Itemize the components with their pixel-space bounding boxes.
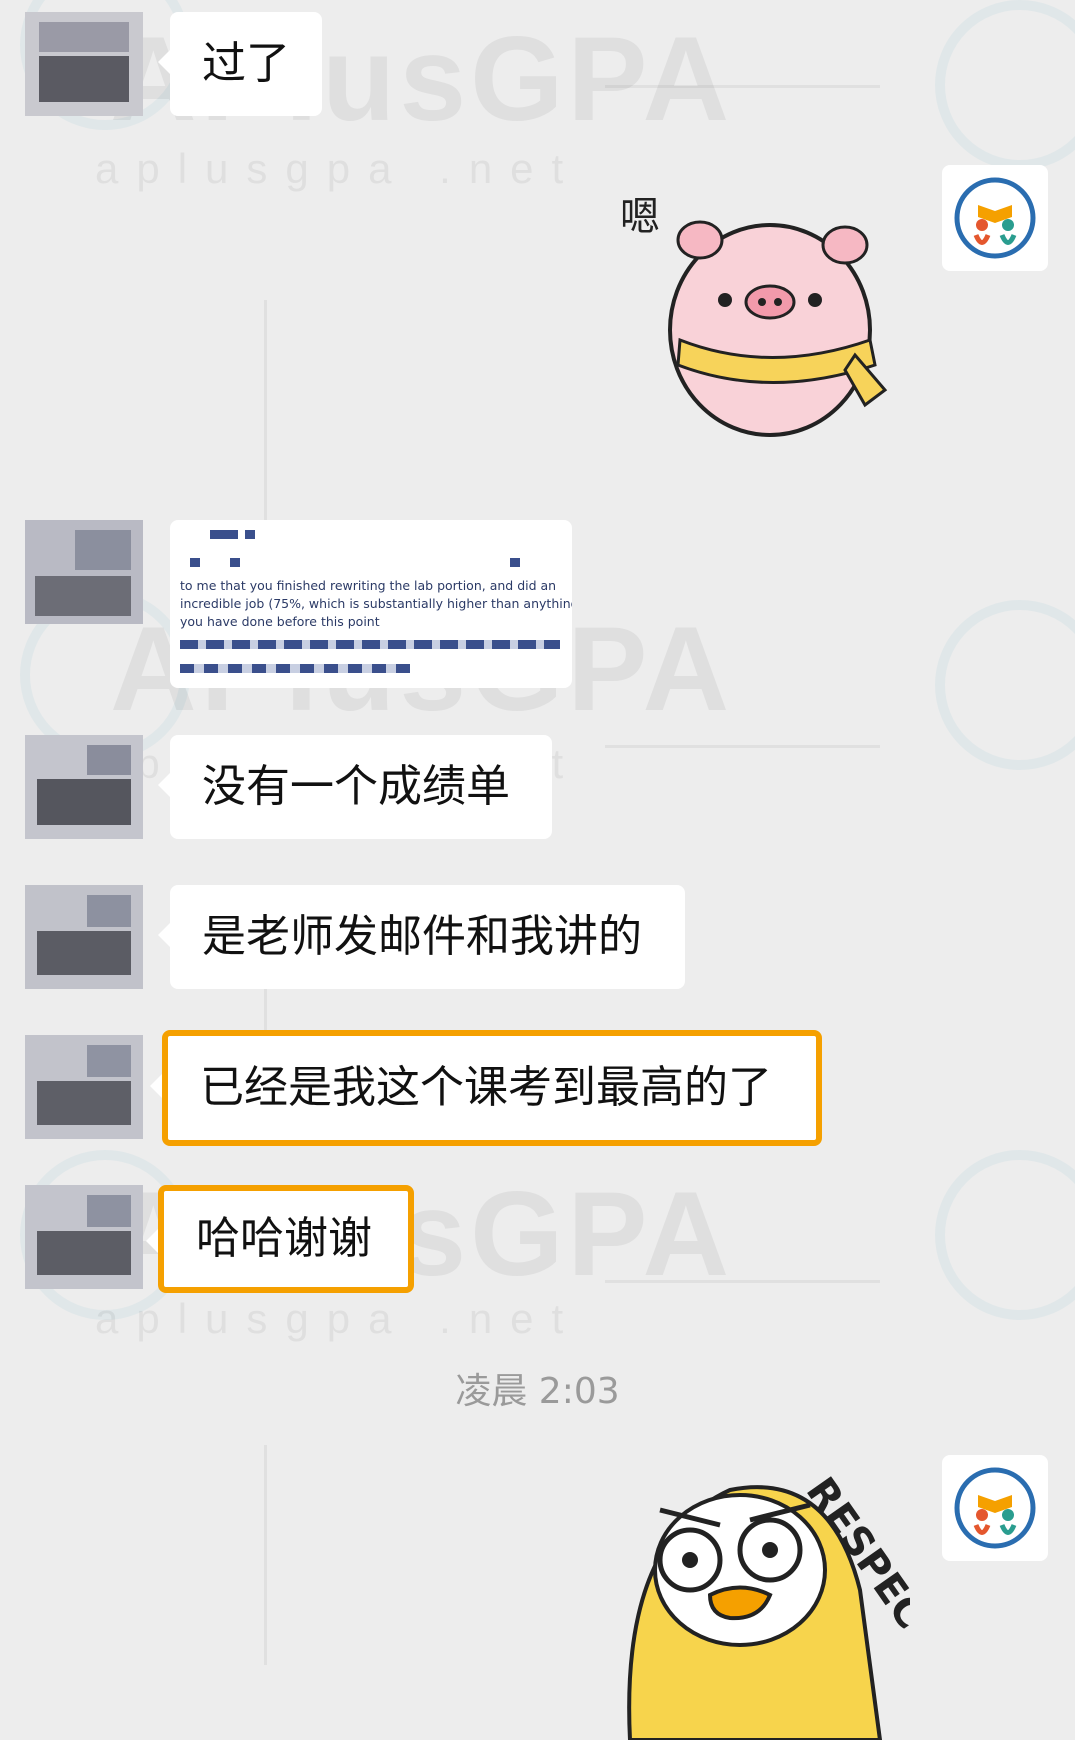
duck-sticker[interactable]: RESPECT [610,1450,910,1740]
timestamp: 凌晨 2:03 [455,1371,620,1412]
message-bubble[interactable]: 是老师发邮件和我讲的 [158,885,685,989]
avatar[interactable] [25,1185,143,1289]
watermark-domain: aplusgpa .net [95,1295,582,1342]
email-screenshot[interactable]: to me that you finished rewriting the la… [170,520,572,688]
avatar[interactable] [25,735,143,839]
email-line: to me that you finished rewriting the la… [180,578,557,593]
watermark-domain: aplusgpa .net [95,145,582,192]
pig-sticker[interactable]: 嗯 [620,190,910,450]
aplusgpa-logo-icon[interactable] [942,165,1048,271]
email-line: you have done before this point [180,614,380,629]
highlighted-message-bubble[interactable]: 哈哈谢谢 [146,1185,414,1293]
sticker-caption: 嗯 [620,194,660,240]
message-bubble[interactable]: 没有一个成绩单 [158,735,552,839]
avatar[interactable] [25,520,143,624]
email-line: incredible job (75%, which is substantia… [180,596,572,611]
avatar[interactable] [25,12,143,116]
highlighted-message-bubble[interactable]: 已经是我这个课考到最高的了 [150,1030,822,1146]
avatar[interactable] [25,885,143,989]
message-bubble[interactable]: 过了 [158,12,322,116]
aplusgpa-logo-icon[interactable] [942,1455,1048,1561]
avatar[interactable] [25,1035,143,1139]
